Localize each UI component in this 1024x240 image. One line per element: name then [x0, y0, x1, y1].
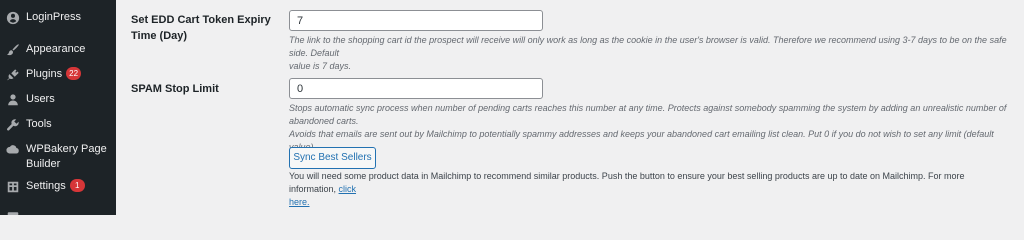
- paintbrush-icon: [6, 43, 20, 57]
- loginpress-icon: [6, 11, 20, 25]
- spam-limit-label: SPAM Stop Limit: [131, 83, 219, 95]
- tools-icon: [6, 118, 20, 132]
- admin-sidebar: LoginPress Appearance Plugins 22 Users To…: [0, 0, 116, 215]
- edd-expiry-label: Set EDD Cart Token Expiry Time (Day): [131, 14, 271, 42]
- plugins-icon: [6, 68, 20, 82]
- sidebar-item-label: LoginPress: [26, 11, 82, 23]
- users-icon: [6, 93, 20, 107]
- sidebar-item-label: Users: [26, 93, 55, 105]
- spam-limit-description: Stops automatic sync process when number…: [289, 103, 1007, 152]
- settings-update-badge: 1: [69, 179, 85, 192]
- sidebar-item-label: WPBakery Page Builder: [26, 143, 107, 170]
- sidebar-item-label: Appearance: [26, 43, 86, 55]
- sidebar-item-label: Tools: [26, 118, 52, 130]
- sidebar-item-wpbakery[interactable]: WPBakery Page Builder: [0, 142, 116, 172]
- sidebar-item-label: Settings 1: [26, 179, 85, 194]
- best-sellers-info: You will need some product data in Mailc…: [289, 171, 965, 207]
- settings-icon: [6, 180, 20, 194]
- sync-best-sellers-button[interactable]: Sync Best Sellers: [289, 147, 376, 169]
- plugins-update-badge: 22: [66, 67, 82, 80]
- partial-menu-icon: [6, 207, 20, 215]
- edd-expiry-input[interactable]: [289, 10, 543, 31]
- edd-expiry-description: The link to the shopping cart id the pro…: [289, 35, 1007, 71]
- sidebar-item-label: Plugins 22: [26, 67, 82, 82]
- wpbakery-icon: [6, 143, 20, 157]
- spam-limit-input[interactable]: [289, 78, 543, 99]
